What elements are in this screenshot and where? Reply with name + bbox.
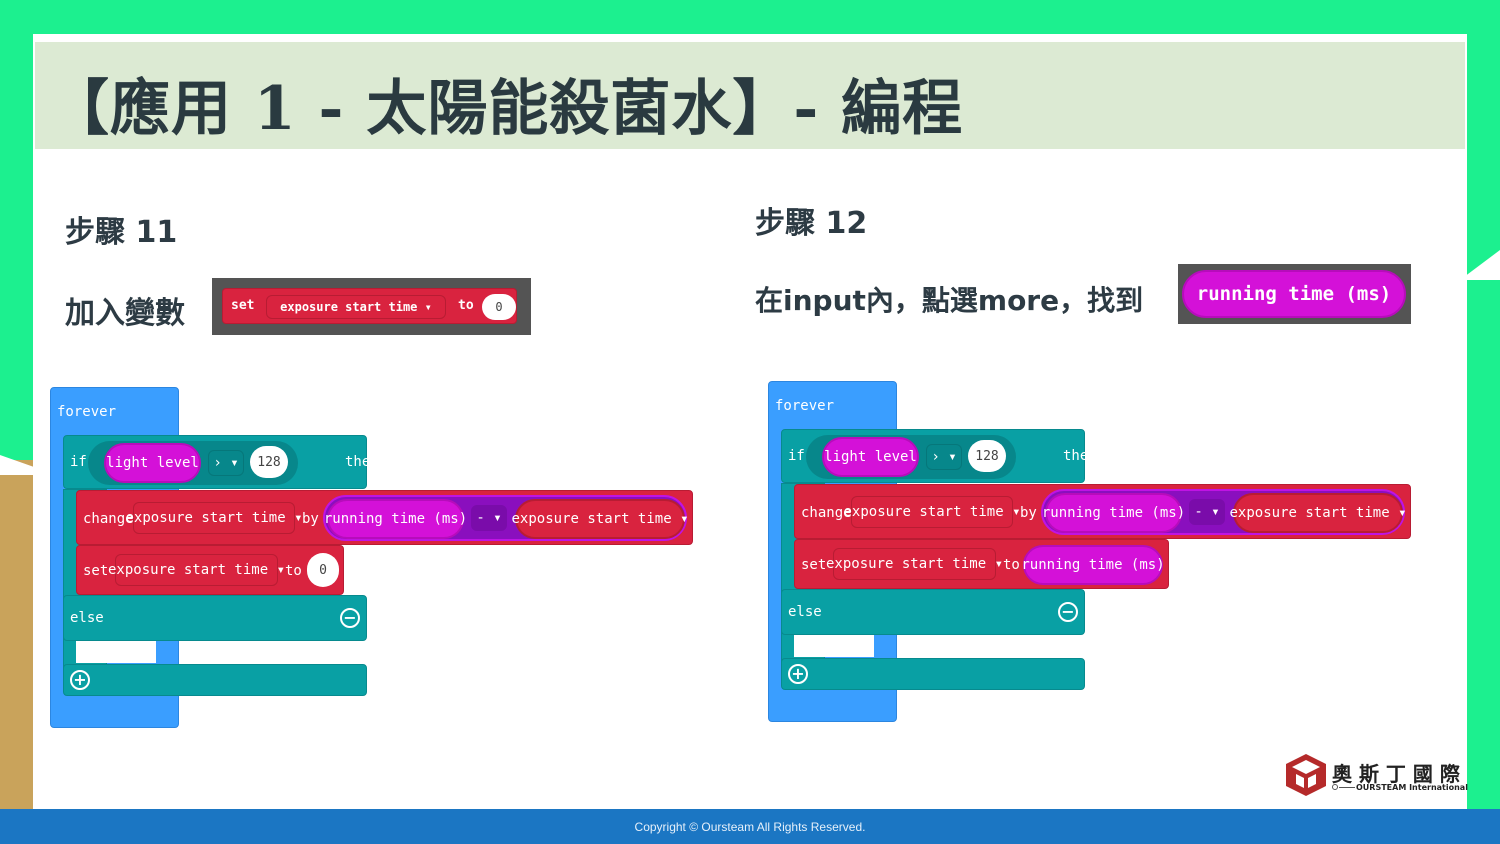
slide: 【應用 1 - 太陽能殺菌水】- 編程 步驟 11 加入變數 set expos… [33,34,1467,809]
running-time-reporter[interactable]: running time (ms) [324,499,467,539]
then-label: then [1063,448,1097,464]
threshold-input[interactable]: 128 [250,446,288,478]
compare-op-dropdown[interactable]: › ▾ [926,444,962,470]
set-value-input[interactable]: 0 [307,553,339,587]
if-block-bottom: + [63,664,367,696]
to-label: to [285,563,302,579]
then-label: then [345,454,379,470]
else-label: else [70,610,104,626]
change-variable-dropdown[interactable]: exposure start time ▾ [126,502,303,534]
if-block[interactable]: if light level › ▾ 128 then [781,429,1097,483]
step-11-heading: 步驟 11 [65,215,178,250]
company-logo: 奧 斯 丁 國 際 OURSTEAM International [1284,752,1468,800]
set-block[interactable]: set exposure start time ▾ to 0 [222,288,517,324]
running-time-snippet: running time (ms) [1178,264,1411,324]
logo-line [1339,787,1355,788]
exposure-variable-reporter[interactable]: exposure start time ▾ [512,499,689,539]
slide-title: 【應用 1 - 太陽能殺菌水】- 編程 [49,74,964,144]
if-label: if [788,448,805,464]
step-12-instruction: 在input內，點選more，找到 [755,284,1144,317]
to-label: to [1003,557,1020,573]
else-empty-slot [794,635,874,657]
else-block[interactable]: else − [781,589,1085,635]
change-variable-dropdown[interactable]: exposure start time ▾ [844,496,1021,528]
set-variable-dropdown[interactable]: exposure start time ▾ [826,548,1003,580]
minus-op-dropdown[interactable]: - ▾ [471,505,507,531]
forever-label: forever [57,404,117,420]
set-variable-block[interactable]: set exposure start time ▾ to 0 [76,545,344,595]
compare-op-dropdown[interactable]: › ▾ [208,450,244,476]
running-time-reporter[interactable]: running time (ms) [1021,545,1165,585]
footer-copyright: Copyright © Oursteam All Rights Reserved… [634,820,866,834]
logo-subtext: OURSTEAM International [1356,783,1468,792]
if-block-bottom: + [781,658,1085,690]
bg-decoration-left [0,460,34,820]
set-label: set [83,563,109,579]
footer: Copyright © Oursteam All Rights Reserved… [0,809,1500,844]
to-label: to [458,298,474,313]
step-11-instruction: 加入變數 [65,296,185,331]
light-level-reporter[interactable]: light level [104,443,201,483]
remove-else-icon[interactable]: − [1058,602,1078,622]
set-label: set [801,557,827,573]
if-label: if [70,454,87,470]
light-level-reporter[interactable]: light level [822,437,919,477]
else-block[interactable]: else − [63,595,367,641]
logo-dot [1332,784,1338,790]
minus-op-dropdown[interactable]: - ▾ [1189,499,1225,525]
add-else-if-icon[interactable]: + [70,670,90,690]
set-variable-dropdown[interactable]: exposure start time ▾ [108,554,285,586]
change-block[interactable]: change exposure start time ▾ by running … [794,484,1411,539]
add-else-if-icon[interactable]: + [788,664,808,684]
else-empty-slot [76,641,156,663]
variable-dropdown[interactable]: exposure start time ▾ [266,295,446,319]
by-label: by [1020,505,1037,521]
logo-cube-icon [1286,754,1326,796]
forever-label: forever [775,398,835,414]
exposure-variable-reporter[interactable]: exposure start time ▾ [1230,493,1407,533]
else-label: else [788,604,822,620]
if-block[interactable]: if light level › ▾ 128 then [63,435,379,489]
threshold-input[interactable]: 128 [968,440,1006,472]
running-time-reporter-snippet[interactable]: running time (ms) [1182,270,1406,318]
set-label: set [231,298,255,313]
value-input[interactable]: 0 [482,294,516,320]
step-12-heading: 步驟 12 [755,206,868,241]
set-block-snippet: set exposure start time ▾ to 0 [212,278,531,335]
title-band: 【應用 1 - 太陽能殺菌水】- 編程 [35,42,1465,149]
by-label: by [302,511,319,527]
set-variable-block[interactable]: set exposure start time ▾ to running tim… [794,539,1169,589]
running-time-reporter[interactable]: running time (ms) [1042,493,1185,533]
change-block[interactable]: change exposure start time ▾ by running … [76,490,693,545]
remove-else-icon[interactable]: − [340,608,360,628]
